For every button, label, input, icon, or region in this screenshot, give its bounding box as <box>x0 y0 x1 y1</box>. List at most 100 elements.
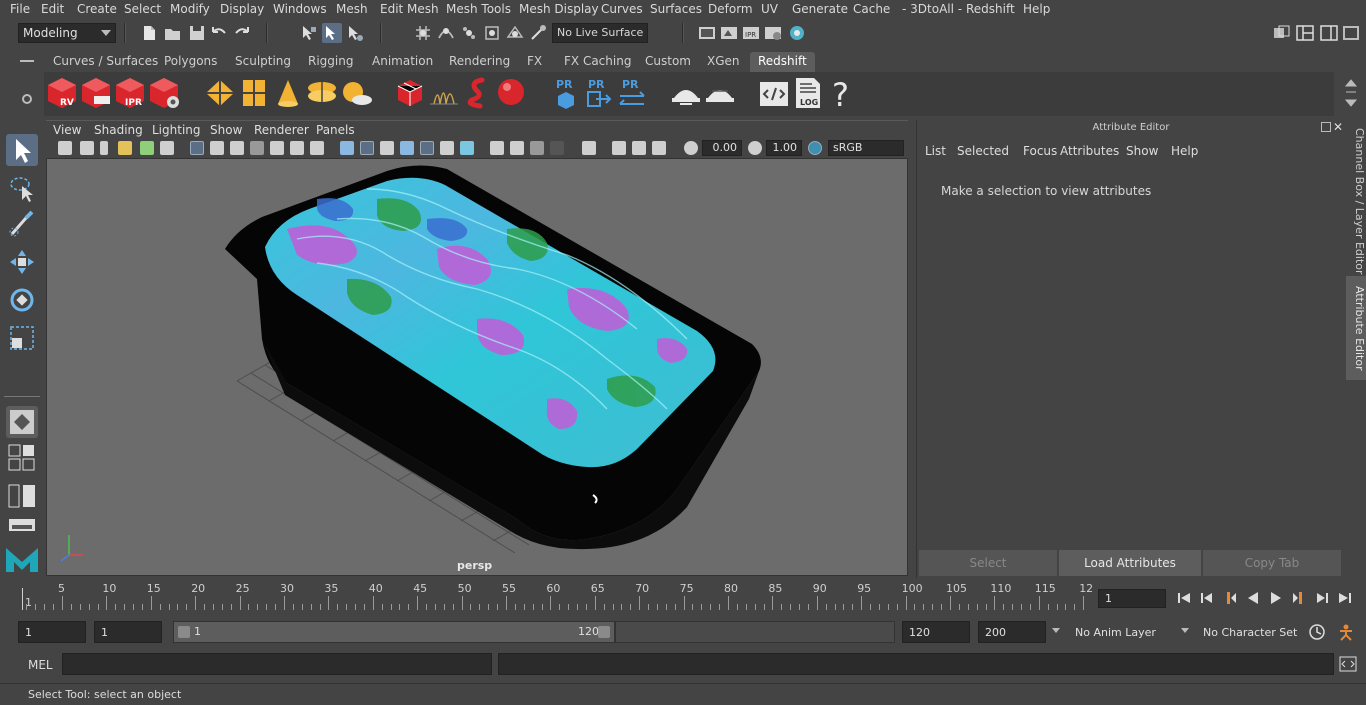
save-scene-icon[interactable] <box>188 24 206 42</box>
anim-layer-field[interactable]: No Anim Layer <box>1068 621 1176 643</box>
range-slider-bar[interactable]: 1 120 <box>173 621 615 643</box>
exposure-field[interactable]: 0.00 <box>702 140 742 156</box>
viewport-menu-shading[interactable]: Shading <box>94 123 143 137</box>
redshift-pr-export-icon[interactable]: PR <box>582 76 614 110</box>
xray-active-icon[interactable] <box>632 141 646 155</box>
gamma-icon[interactable] <box>748 141 762 155</box>
image-plane-icon[interactable] <box>118 141 132 155</box>
snap-to-view-plane-icon[interactable] <box>506 24 524 42</box>
undo-icon[interactable] <box>210 24 228 42</box>
redshift-log-icon[interactable]: LOG <box>792 76 824 110</box>
screen-space-ao-icon[interactable] <box>460 141 474 155</box>
command-language-label[interactable]: MEL <box>28 658 53 672</box>
snap-to-projected-center-icon[interactable] <box>483 24 501 42</box>
menu-3dtoall[interactable]: - 3DtoAll - <box>902 2 962 16</box>
shelf-tab-fx[interactable]: FX <box>519 52 550 72</box>
side-tab-attribute-editor[interactable]: Attribute Editor <box>1346 276 1366 380</box>
menu-create[interactable]: Create <box>77 2 117 16</box>
camera-select-icon[interactable] <box>58 141 72 155</box>
rotate-tool-icon[interactable] <box>6 284 38 316</box>
attr-menu-selected[interactable]: Selected <box>957 144 1009 158</box>
shelf-tab-polygons[interactable]: Polygons <box>156 52 225 72</box>
play-forwards-icon[interactable] <box>1268 590 1284 606</box>
mode-selector[interactable]: Modeling <box>18 23 116 43</box>
gamma-field[interactable]: 1.00 <box>766 140 802 156</box>
redshift-render-view-icon[interactable]: RV <box>46 76 78 110</box>
safe-title-icon[interactable] <box>310 141 324 155</box>
menu-mesh[interactable]: Mesh <box>336 2 368 16</box>
attr-menu-help[interactable]: Help <box>1171 144 1198 158</box>
go-to-start-icon[interactable] <box>1176 590 1192 606</box>
shelf-tab-rigging[interactable]: Rigging <box>300 52 361 72</box>
viewport-menu-lighting[interactable]: Lighting <box>152 123 201 137</box>
menu-curves[interactable]: Curves <box>601 2 643 16</box>
render-settings-icon[interactable] <box>764 24 782 42</box>
close-icon[interactable]: ✕ <box>1333 120 1343 134</box>
single-perspective-layout-icon[interactable] <box>6 406 38 438</box>
redshift-sun-sky-icon[interactable] <box>340 76 372 110</box>
animation-preferences-icon[interactable] <box>1336 623 1356 641</box>
paint-select-tool-icon[interactable] <box>6 208 38 240</box>
redshift-rect-light-icon[interactable] <box>238 76 270 110</box>
chevron-down-icon[interactable] <box>1052 628 1060 633</box>
select-component-icon[interactable] <box>346 24 364 42</box>
viewport-persp[interactable]: persp <box>46 158 908 576</box>
xray-joints-icon[interactable] <box>612 141 626 155</box>
field-chart-icon[interactable] <box>270 141 284 155</box>
color-space-field[interactable]: sRGB gamma <box>828 140 904 168</box>
camera-overscan-icon[interactable] <box>652 141 666 155</box>
time-slider[interactable]: 1 5 10 15 20 25 30 35 40 45 50 55 60 65 70 75 80 85 90 95 1… <box>20 582 1093 612</box>
step-back-key-icon[interactable] <box>1222 590 1238 606</box>
menu-generate[interactable]: Generate <box>792 2 848 16</box>
range-start-handle[interactable] <box>178 626 190 638</box>
menu-mesh-tools[interactable]: Mesh Tools <box>446 2 511 16</box>
playback-start-field[interactable]: 1 <box>94 621 162 643</box>
persp-graph-layout-icon[interactable] <box>8 518 36 532</box>
step-back-icon[interactable] <box>1199 590 1215 606</box>
menu-display[interactable]: Display <box>220 2 264 16</box>
character-set-field[interactable]: No Character Set <box>1196 621 1298 643</box>
menu-surfaces[interactable]: Surfaces <box>650 2 702 16</box>
shelf-tab-fx-caching[interactable]: FX Caching <box>556 52 639 72</box>
attr-menu-attributes[interactable]: Attributes <box>1060 144 1119 158</box>
redshift-portal-light-icon[interactable] <box>306 76 338 110</box>
redshift-help-icon[interactable]: ? <box>826 76 858 114</box>
shelf-tab-redshift[interactable]: Redshift <box>750 52 815 72</box>
shelf-settings-icon[interactable] <box>22 94 32 104</box>
menu-help[interactable]: Help <box>1023 2 1050 16</box>
viewport-menu-renderer[interactable]: Renderer <box>254 123 309 137</box>
gate-mask-icon[interactable] <box>250 141 264 155</box>
wireframe-icon[interactable] <box>340 141 354 155</box>
hypershade-icon[interactable] <box>788 24 806 42</box>
redshift-script-icon[interactable] <box>758 76 790 110</box>
redshift-render-sequence-icon[interactable] <box>80 76 112 110</box>
textured-icon[interactable] <box>400 141 414 155</box>
film-gate-icon[interactable] <box>210 141 224 155</box>
viewport-menu-panels[interactable]: Panels <box>316 123 355 137</box>
make-live-icon[interactable] <box>529 24 547 42</box>
exposure-icon[interactable] <box>684 141 698 155</box>
render-view-icon[interactable] <box>698 24 716 42</box>
animation-end-field[interactable]: 200 <box>978 621 1046 643</box>
redshift-hair-icon[interactable] <box>428 76 460 110</box>
side-tab-channel-box[interactable]: Channel Box / Layer Editor <box>1346 128 1366 275</box>
redshift-pr-swap-icon[interactable]: PR <box>616 76 648 110</box>
range-end-handle[interactable] <box>598 626 610 638</box>
step-forward-icon[interactable] <box>1314 590 1330 606</box>
menu-redshift[interactable]: Redshift <box>966 2 1015 16</box>
snap-to-grid-icon[interactable] <box>414 24 432 42</box>
shelf-tab-xgen[interactable]: XGen <box>699 52 748 72</box>
resolution-gate-icon[interactable] <box>230 141 244 155</box>
bookmark-icon[interactable] <box>100 141 108 155</box>
select-object-icon[interactable] <box>322 23 342 43</box>
shadows-icon[interactable] <box>440 141 454 155</box>
animation-start-field[interactable]: 1 <box>18 621 86 643</box>
copy-tab-button[interactable]: Copy Tab <box>1203 550 1341 576</box>
2d-pan-zoom-icon[interactable] <box>140 141 154 155</box>
grease-pencil-icon[interactable] <box>160 141 174 155</box>
motion-blur-icon[interactable] <box>490 141 504 155</box>
safe-action-icon[interactable] <box>290 141 304 155</box>
menu-mesh-display[interactable]: Mesh Display <box>519 2 599 16</box>
step-forward-key-icon[interactable] <box>1291 590 1307 606</box>
play-backwards-icon[interactable] <box>1245 590 1261 606</box>
